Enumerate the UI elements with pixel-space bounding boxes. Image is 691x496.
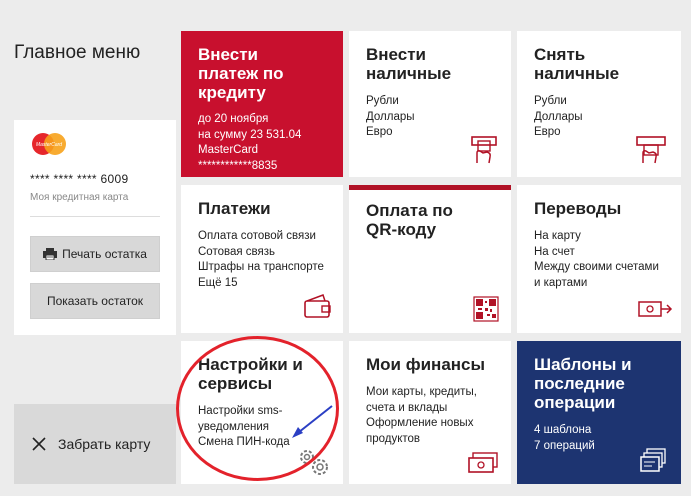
mastercard-logo-text: MasterCard — [36, 142, 62, 148]
tile-details: Рубли Доллары Евро — [366, 95, 415, 138]
banknote-icon — [468, 452, 498, 473]
tile-title: Снять наличные — [534, 45, 620, 83]
tile-title: Внести наличные — [366, 45, 452, 83]
eject-card-button[interactable]: Забрать карту — [14, 404, 176, 484]
print-balance-button[interactable]: Печать остатка — [30, 236, 160, 272]
close-icon — [32, 437, 46, 451]
eject-card-label: Забрать карту — [58, 436, 151, 452]
wallet-icon — [304, 294, 331, 318]
tile-details: На карту На счет Между своими счетами и … — [534, 230, 659, 289]
tile-title: Переводы — [534, 199, 622, 218]
tile-title: Шаблоны и последние операции — [534, 355, 632, 412]
tile-my-finances[interactable]: Мои финансы Мои карты, кредиты, счета и … — [349, 341, 511, 484]
tile-details: Мои карты, кредиты, счета и вклады Оформ… — [366, 386, 477, 445]
tile-settings-services[interactable]: Настройки и сервисы Настройки sms- уведо… — [181, 341, 343, 484]
printer-icon — [43, 248, 58, 260]
tile-templates-operations[interactable]: Шаблоны и последние операции 4 шаблона 7… — [517, 341, 681, 484]
gears-icon — [300, 450, 328, 475]
tile-qr-payment[interactable]: Оплата по QR-коду — [349, 185, 511, 333]
tile-transfers[interactable]: Переводы На карту На счет Между своими с… — [517, 185, 681, 333]
tile-details: Настройки sms- уведомления Смена ПИН-код… — [198, 405, 290, 448]
tile-title: Настройки и сервисы — [198, 355, 303, 393]
show-balance-label: Показать остаток — [46, 294, 144, 308]
card-label: Моя кредитная карта — [30, 192, 129, 203]
tile-title: Внести платеж по кредиту — [198, 45, 284, 102]
tile-payments[interactable]: Платежи Оплата сотовой связи Сотовая свя… — [181, 185, 343, 333]
mastercard-logo-icon: MasterCard — [32, 133, 66, 155]
tile-deposit-cash[interactable]: Внести наличные Рубли Доллары Евро — [349, 31, 511, 177]
tile-title: Платежи — [198, 199, 271, 218]
tile-title: Мои финансы — [366, 355, 486, 374]
card-panel: MasterCard **** **** **** 6009 Моя креди… — [14, 120, 176, 335]
money-transfer-icon — [638, 301, 673, 317]
page-title: Главное меню — [14, 42, 141, 63]
tile-credit-payment[interactable]: Внести платеж по кредиту до 20 ноября на… — [181, 31, 343, 177]
tile-details: Рубли Доллары Евро — [534, 95, 583, 138]
qr-code-icon — [473, 296, 499, 322]
show-balance-button[interactable]: Показать остаток — [30, 283, 160, 319]
card-divider — [30, 216, 160, 217]
tile-title: Оплата по QR-коду — [366, 201, 453, 239]
atm-deposit-icon — [471, 136, 497, 164]
templates-icon — [640, 448, 666, 472]
print-balance-label: Печать остатка — [62, 247, 147, 261]
tile-withdraw-cash[interactable]: Снять наличные Рубли Доллары Евро — [517, 31, 681, 177]
card-number: **** **** **** 6009 — [30, 172, 129, 186]
tile-details: до 20 ноября на сумму 23 531.04 MasterCa… — [198, 113, 302, 172]
atm-withdraw-icon — [636, 136, 666, 164]
tile-details: Оплата сотовой связи Сотовая связь Штраф… — [198, 230, 324, 289]
